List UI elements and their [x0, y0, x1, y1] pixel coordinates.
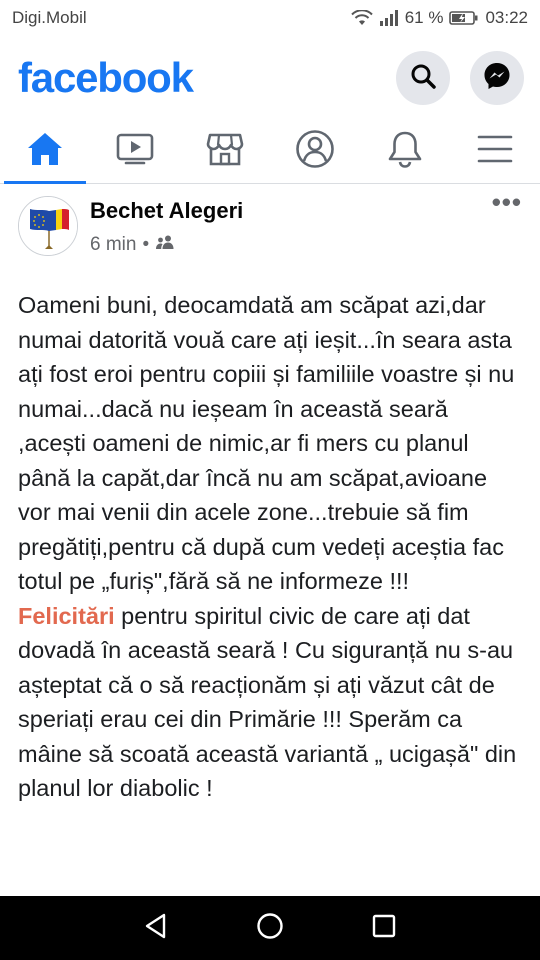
tab-menu[interactable] — [450, 120, 540, 183]
wifi-icon — [350, 10, 373, 26]
tab-notifications[interactable] — [360, 120, 450, 183]
group-audience-icon — [155, 234, 175, 256]
menu-icon — [477, 134, 513, 169]
watch-icon — [116, 132, 154, 171]
post-author[interactable]: Bechet Alegeri — [90, 198, 243, 224]
back-button[interactable] — [144, 913, 168, 944]
meta-separator: • — [142, 234, 150, 255]
post-time[interactable]: 6 min — [90, 234, 136, 256]
post-highlight-word: Felicitări — [18, 602, 115, 629]
main-nav-tabs — [0, 120, 540, 184]
post-header: Bechet Alegeri 6 min • ••• — [18, 184, 522, 256]
post-body: Oameni buni, deocamdată am scăpat azi,da… — [18, 288, 522, 806]
flags-avatar-image — [19, 197, 77, 255]
recents-button[interactable] — [372, 914, 396, 943]
more-options-icon: ••• — [491, 187, 522, 217]
clock-time: 03:22 — [485, 8, 528, 27]
post-text-part2: pentru spiritul civic de care ați dat do… — [18, 602, 517, 802]
post-subtitle: 6 min • — [90, 234, 243, 256]
messenger-icon — [482, 61, 512, 96]
signal-icon — [379, 10, 399, 26]
post-options-button[interactable]: ••• — [492, 189, 522, 215]
android-nav-bar — [0, 896, 540, 960]
app-header: facebook — [0, 36, 540, 120]
back-triangle-icon — [144, 913, 168, 943]
marketplace-icon — [206, 131, 244, 172]
tab-marketplace[interactable] — [180, 120, 270, 183]
status-bar: Digi.Mobil 61 % 03:22 — [0, 0, 540, 36]
tab-watch[interactable] — [90, 120, 180, 183]
tab-profile[interactable] — [270, 120, 360, 183]
facebook-logo[interactable]: facebook — [18, 54, 194, 102]
profile-icon — [295, 129, 335, 174]
post-text-part1: Oameni buni, deocamdată am scăpat azi,da… — [18, 292, 515, 594]
avatar[interactable] — [18, 196, 78, 256]
carrier-label: Digi.Mobil — [12, 8, 87, 27]
search-button[interactable] — [396, 51, 450, 105]
home-circle-icon — [256, 912, 284, 944]
search-icon — [409, 62, 437, 95]
feed-post: Bechet Alegeri 6 min • ••• Oameni buni, … — [0, 184, 540, 806]
tab-home[interactable] — [0, 120, 90, 184]
home-nav-button[interactable] — [256, 912, 284, 945]
status-icons: 61 % 03:22 — [350, 8, 528, 28]
bell-icon — [387, 130, 423, 173]
battery-icon — [449, 10, 479, 26]
battery-percent: 61 % — [404, 8, 444, 27]
recents-square-icon — [372, 914, 396, 942]
messenger-button[interactable] — [470, 51, 524, 105]
home-icon — [26, 131, 64, 172]
